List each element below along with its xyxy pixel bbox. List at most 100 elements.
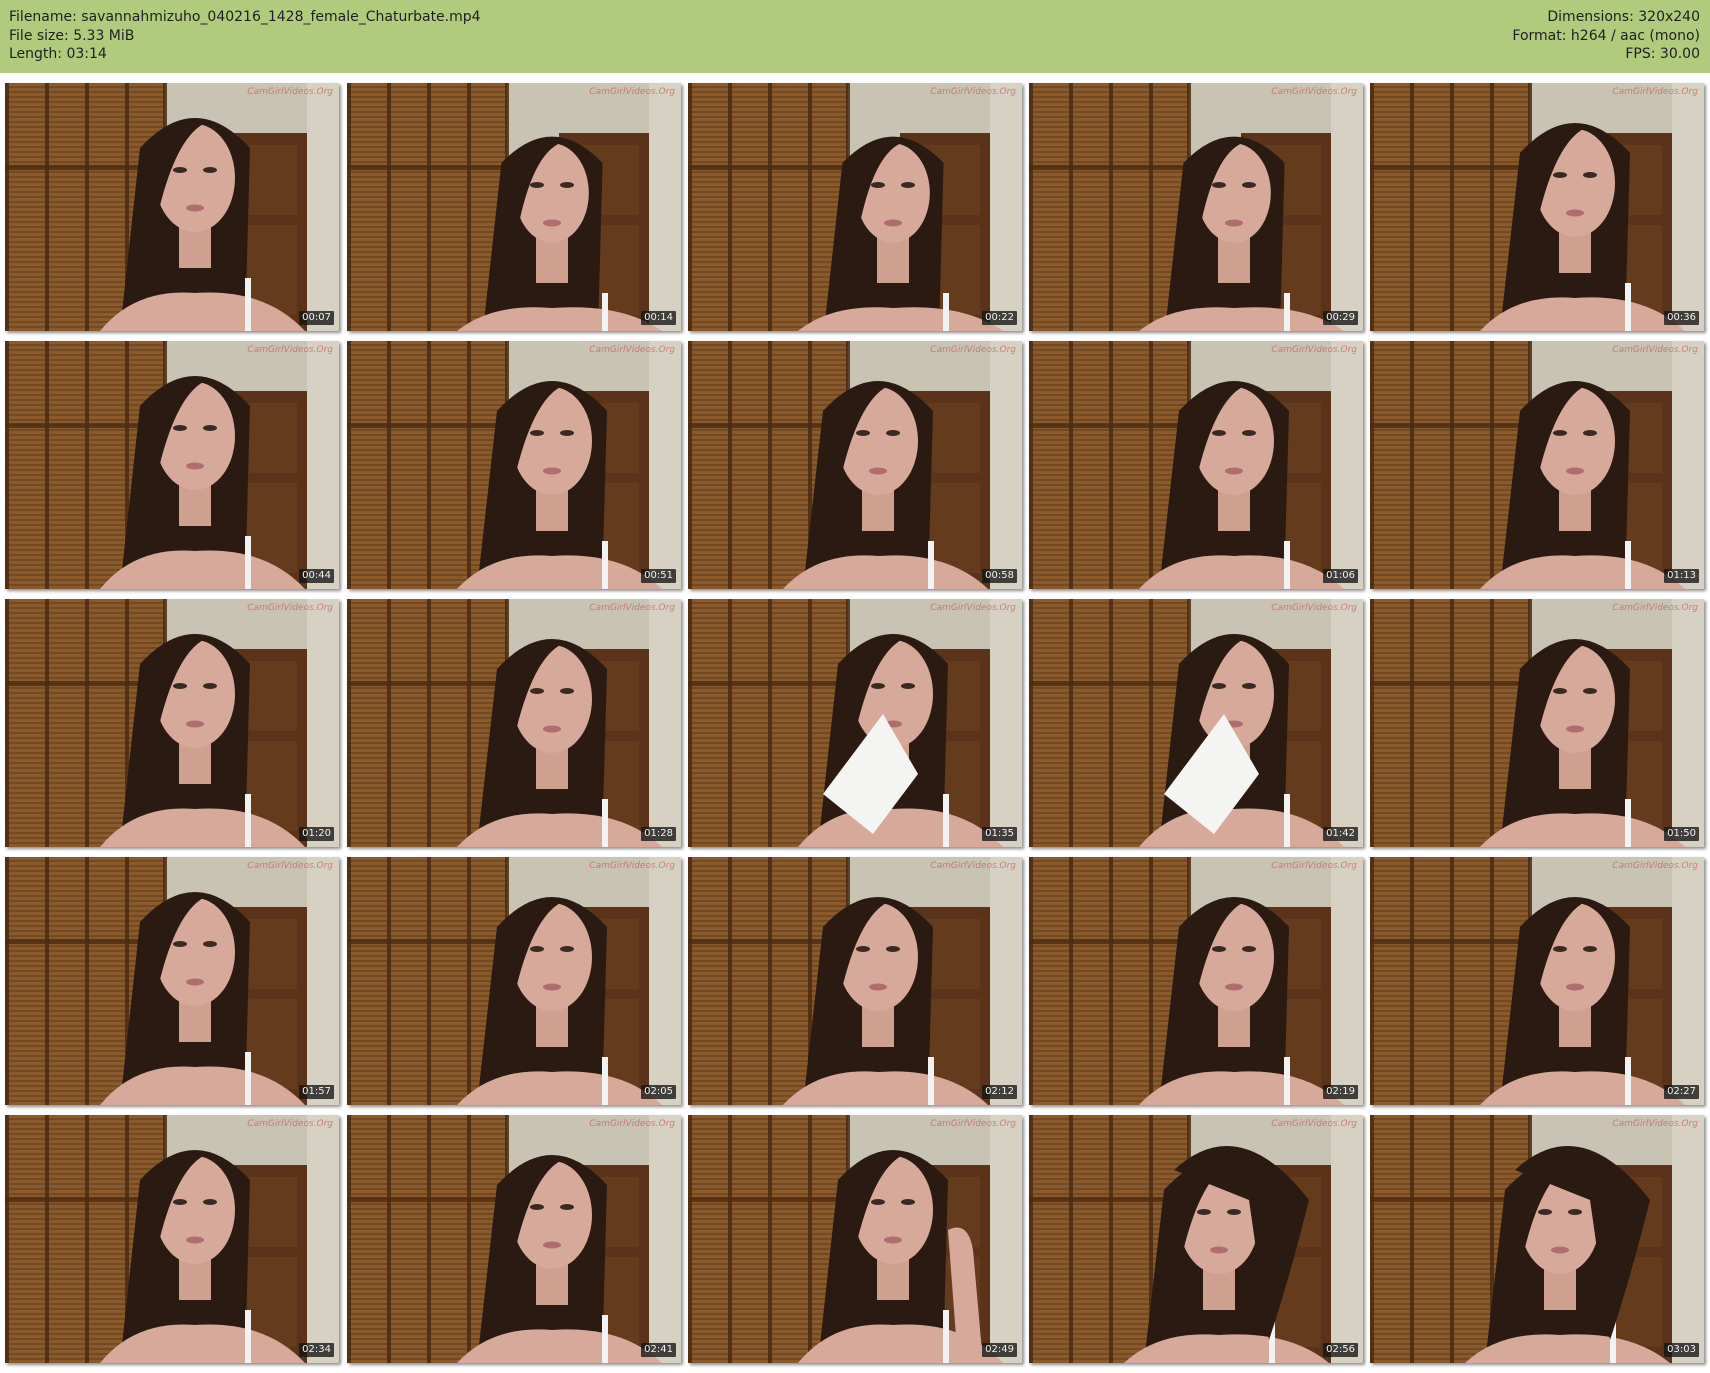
watermark-text: CamGirlVideos.Org [247,345,333,355]
watermark-text: CamGirlVideos.Org [1612,87,1698,97]
frame-scene [688,83,1022,331]
watermark-text: CamGirlVideos.Org [1612,1119,1698,1129]
video-thumbnail: CamGirlVideos.Org 00:51 [347,341,681,589]
timestamp-label: 01:35 [982,827,1017,841]
video-thumbnail: CamGirlVideos.Org 01:50 [1370,599,1704,847]
watermark-text: CamGirlVideos.Org [1612,861,1698,871]
video-thumbnail: CamGirlVideos.Org 01:57 [5,857,339,1105]
file-info-right: Dimensions: 320x240 Format: h264 / aac (… [1512,8,1700,64]
video-thumbnail: CamGirlVideos.Org 01:13 [1370,341,1704,589]
timestamp-label: 01:57 [299,1085,334,1099]
format-text: Format: h264 / aac (mono) [1512,27,1700,44]
timestamp-label: 02:34 [299,1343,334,1357]
frame-scene [5,857,339,1105]
timestamp-label: 01:06 [1323,569,1358,583]
watermark-text: CamGirlVideos.Org [930,861,1016,871]
watermark-text: CamGirlVideos.Org [589,345,675,355]
frame-scene [1029,857,1363,1105]
timestamp-label: 01:13 [1664,569,1699,583]
file-info-left: Filename: savannahmizuho_040216_1428_fem… [9,8,481,64]
watermark-text: CamGirlVideos.Org [589,603,675,613]
frame-scene [688,341,1022,589]
timestamp-label: 00:36 [1664,311,1699,325]
watermark-text: CamGirlVideos.Org [247,87,333,97]
watermark-text: CamGirlVideos.Org [589,87,675,97]
timestamp-label: 02:19 [1323,1085,1358,1099]
file-size-text: File size: 5.33 MiB [9,27,135,44]
timestamp-label: 00:07 [299,311,334,325]
dimensions-text: Dimensions: 320x240 [1547,9,1700,25]
video-thumbnail: CamGirlVideos.Org 01:42 [1029,599,1363,847]
timestamp-label: 02:05 [641,1085,676,1099]
video-thumbnail: CamGirlVideos.Org 01:28 [347,599,681,847]
thumbnail-grid: CamGirlVideos.Org 00:07 CamGirlVideos.Org 0… [0,73,1710,1373]
timestamp-label: 00:29 [1323,311,1358,325]
timestamp-label: 02:41 [641,1343,676,1357]
frame-scene [347,857,681,1105]
timestamp-label: 00:14 [641,311,676,325]
watermark-text: CamGirlVideos.Org [589,1119,675,1129]
frame-scene [5,1115,339,1363]
frame-scene [5,599,339,847]
watermark-text: CamGirlVideos.Org [247,603,333,613]
timestamp-label: 02:56 [1323,1343,1358,1357]
frame-scene [1370,857,1704,1105]
length-text: Length: 03:14 [9,46,107,62]
video-thumbnail: CamGirlVideos.Org 00:07 [5,83,339,331]
timestamp-label: 01:50 [1664,827,1699,841]
frame-scene [5,341,339,589]
timestamp-label: 00:58 [982,569,1017,583]
fps-text: FPS: 30.00 [1625,46,1700,62]
video-thumbnail: CamGirlVideos.Org 00:58 [688,341,1022,589]
timestamp-label: 00:51 [641,569,676,583]
frame-scene [688,1115,1022,1363]
frame-scene [1029,1115,1363,1363]
watermark-text: CamGirlVideos.Org [1271,345,1357,355]
timestamp-label: 02:49 [982,1343,1017,1357]
watermark-text: CamGirlVideos.Org [1612,345,1698,355]
watermark-text: CamGirlVideos.Org [930,603,1016,613]
video-thumbnail: CamGirlVideos.Org 02:56 [1029,1115,1363,1363]
video-thumbnail: CamGirlVideos.Org 00:29 [1029,83,1363,331]
video-thumbnail: CamGirlVideos.Org 02:34 [5,1115,339,1363]
video-thumbnail: CamGirlVideos.Org 02:19 [1029,857,1363,1105]
frame-scene [5,83,339,331]
frame-scene [347,599,681,847]
frame-scene [688,599,1022,847]
filename-text: Filename: savannahmizuho_040216_1428_fem… [9,9,481,25]
video-thumbnail: CamGirlVideos.Org 02:41 [347,1115,681,1363]
video-thumbnail: CamGirlVideos.Org 02:27 [1370,857,1704,1105]
frame-scene [688,857,1022,1105]
timestamp-label: 00:22 [982,311,1017,325]
frame-scene [1370,1115,1704,1363]
video-thumbnail: CamGirlVideos.Org 00:36 [1370,83,1704,331]
video-thumbnail: CamGirlVideos.Org 00:14 [347,83,681,331]
watermark-text: CamGirlVideos.Org [930,1119,1016,1129]
watermark-text: CamGirlVideos.Org [589,861,675,871]
watermark-text: CamGirlVideos.Org [1271,1119,1357,1129]
timestamp-label: 01:28 [641,827,676,841]
video-thumbnail: CamGirlVideos.Org 01:20 [5,599,339,847]
watermark-text: CamGirlVideos.Org [247,1119,333,1129]
video-thumbnail: CamGirlVideos.Org 01:06 [1029,341,1363,589]
watermark-text: CamGirlVideos.Org [1271,87,1357,97]
frame-scene [1029,599,1363,847]
frame-scene [1029,341,1363,589]
frame-scene [1370,83,1704,331]
video-thumbnail: CamGirlVideos.Org 02:05 [347,857,681,1105]
frame-scene [347,83,681,331]
video-thumbnail: CamGirlVideos.Org 00:22 [688,83,1022,331]
video-thumbnail: CamGirlVideos.Org 02:49 [688,1115,1022,1363]
video-thumbnail: CamGirlVideos.Org 02:12 [688,857,1022,1105]
watermark-text: CamGirlVideos.Org [1612,603,1698,613]
timestamp-label: 02:12 [982,1085,1017,1099]
video-thumbnail: CamGirlVideos.Org 00:44 [5,341,339,589]
timestamp-label: 03:03 [1664,1343,1699,1357]
video-thumbnail: CamGirlVideos.Org 03:03 [1370,1115,1704,1363]
frame-scene [347,341,681,589]
info-header: Filename: savannahmizuho_040216_1428_fem… [0,0,1710,73]
watermark-text: CamGirlVideos.Org [1271,603,1357,613]
timestamp-label: 01:42 [1323,827,1358,841]
frame-scene [1370,599,1704,847]
timestamp-label: 02:27 [1664,1085,1699,1099]
